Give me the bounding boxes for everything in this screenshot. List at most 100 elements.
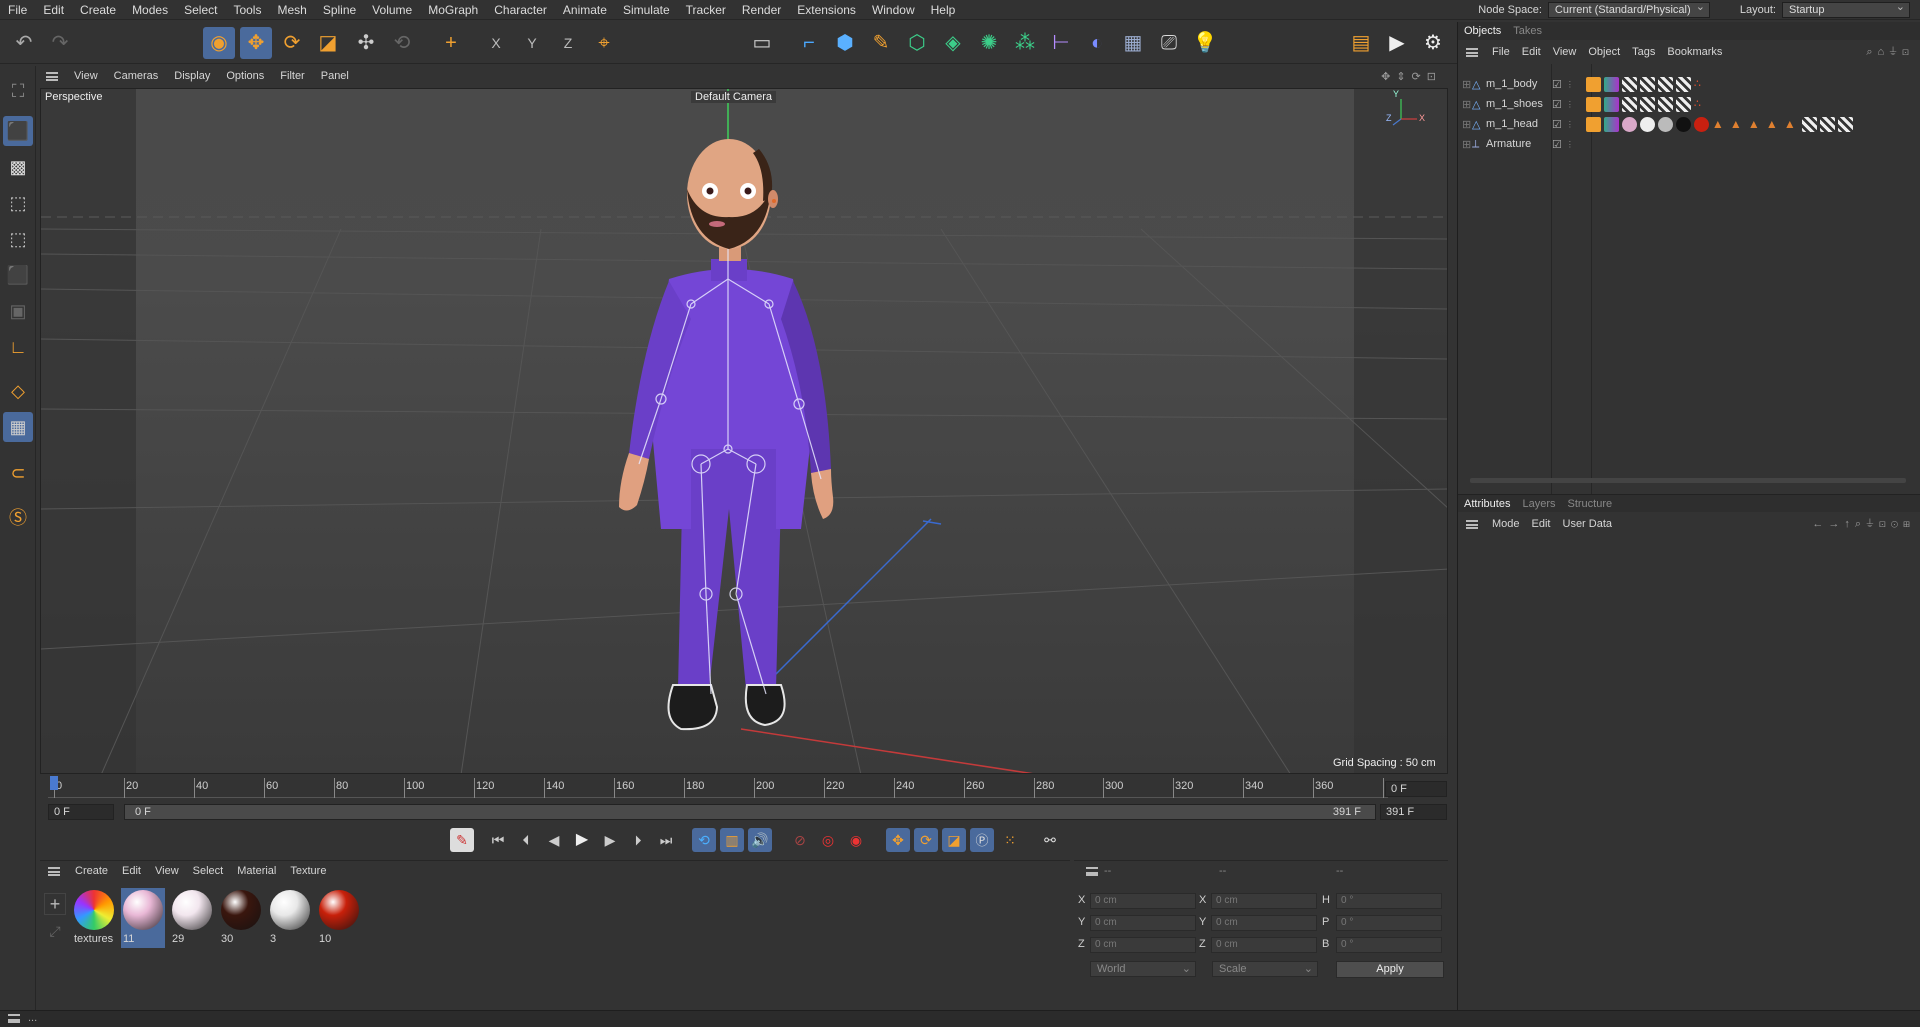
material-hamburger-icon[interactable] — [48, 866, 60, 876]
autokey-icon[interactable]: ◎ — [816, 828, 840, 852]
menu-character[interactable]: Character — [486, 0, 555, 20]
coord-hamburger-icon[interactable] — [1086, 867, 1098, 876]
3d-viewport[interactable]: Perspective Default Camera Y Z X Grid Sp… — [40, 88, 1448, 774]
obj-menu-edit[interactable]: Edit — [1516, 46, 1547, 58]
material-name[interactable]: 29 — [170, 932, 214, 946]
end-frame-field[interactable]: 391 F — [1380, 804, 1447, 820]
obj-menu-view[interactable]: View — [1547, 46, 1583, 58]
uvw-tag-icon[interactable] — [1657, 76, 1673, 92]
material-swatch[interactable]: 10 — [317, 888, 361, 948]
menu-render[interactable]: Render — [734, 0, 789, 20]
mat-menu-select[interactable]: Select — [186, 865, 231, 877]
tab-layers[interactable]: Layers — [1516, 498, 1561, 510]
mat-menu-view[interactable]: View — [148, 865, 186, 877]
edit-toggle-icon[interactable]: ☑ — [1552, 98, 1562, 111]
uvw-tag-icon[interactable] — [1621, 96, 1637, 112]
menu-modes[interactable]: Modes — [124, 0, 176, 20]
uvw-tag-icon[interactable] — [1837, 116, 1853, 132]
subdivision-icon[interactable]: ⬡ — [901, 27, 933, 59]
vp-menu-filter[interactable]: Filter — [272, 70, 312, 82]
mat-menu-create[interactable]: Create — [68, 865, 115, 877]
current-frame-field[interactable]: 0 F — [1385, 781, 1447, 797]
weight-tag-icon[interactable] — [1585, 96, 1601, 112]
coord-scale-select[interactable]: Scale ⌄ — [1212, 961, 1318, 977]
material-swatch[interactable]: textures — [72, 888, 116, 948]
mograph-icon[interactable]: ⁂ — [1009, 27, 1041, 59]
transform-tool-icon[interactable]: ✣ — [350, 27, 382, 59]
attr-menu-user-data[interactable]: User Data — [1557, 518, 1619, 530]
key-pla-icon[interactable]: ⁙ — [998, 828, 1022, 852]
selection-tag-icon[interactable]: ▲ — [1784, 117, 1799, 132]
material-name[interactable]: 30 — [219, 932, 263, 946]
move-tool-icon[interactable]: ✥ — [240, 27, 272, 59]
visibility-dots-icon[interactable]: ⋮ — [1566, 100, 1574, 109]
autokey-off-icon[interactable]: ⊘ — [788, 828, 812, 852]
key-rotation-icon[interactable]: ⟳ — [914, 828, 938, 852]
uvw-tag-icon[interactable] — [1801, 116, 1817, 132]
object-name[interactable]: m_1_body — [1486, 78, 1548, 90]
prev-key-icon[interactable]: ⏴ — [514, 828, 538, 852]
z-axis-lock-icon[interactable]: Z — [552, 27, 584, 59]
selection-tag-icon[interactable]: ▲ — [1766, 117, 1781, 132]
undo-icon[interactable]: ↶ — [8, 27, 40, 59]
key-param-icon[interactable]: Ⓟ — [970, 828, 994, 852]
texture-mode-icon[interactable]: ▩ — [3, 152, 33, 182]
edge-mode-icon[interactable]: ⬚ — [3, 224, 33, 254]
camera-icon[interactable]: ⎚ — [1153, 27, 1185, 59]
expand-icon[interactable]: ⊞ — [1458, 78, 1472, 91]
attribute-nav-icons[interactable]: ←→↑⌕⏚⊡⊙⊞ — [1812, 518, 1920, 531]
obj-menu-bookmarks[interactable]: Bookmarks — [1661, 46, 1728, 58]
skin-tag-icon[interactable]: ∴ — [1694, 77, 1709, 92]
visibility-dots-icon[interactable]: ⋮ — [1566, 80, 1574, 89]
attributes-hamburger-icon[interactable] — [1466, 519, 1478, 529]
object-scrollbar[interactable] — [1470, 478, 1906, 483]
menu-window[interactable]: Window — [864, 0, 923, 20]
coord-world-select[interactable]: World ⌄ — [1090, 961, 1196, 977]
menu-help[interactable]: Help — [923, 0, 964, 20]
vp-menu-options[interactable]: Options — [218, 70, 272, 82]
add-material-icon[interactable]: + — [44, 893, 66, 915]
axis-mode-icon[interactable]: ∟ — [3, 332, 33, 362]
material-tag-icon[interactable] — [1603, 96, 1619, 112]
go-to-end-icon[interactable]: ⏭ — [654, 828, 678, 852]
select-tool-icon[interactable]: ◉ — [203, 27, 235, 59]
weight-tag-icon[interactable] — [1585, 76, 1601, 92]
tab-attributes[interactable]: Attributes — [1458, 498, 1516, 510]
material-name[interactable]: 10 — [317, 932, 361, 946]
camera-label[interactable]: Default Camera — [691, 91, 777, 103]
selection-tag-icon[interactable]: ▲ — [1730, 117, 1745, 132]
make-editable-icon[interactable]: ⛶ — [3, 76, 33, 106]
uvw-tag-icon[interactable] — [1675, 96, 1691, 112]
material-expand-icon[interactable]: ⤢ — [44, 921, 66, 943]
uvw-tag-icon[interactable] — [1639, 76, 1655, 92]
record-icon[interactable]: ◉ — [844, 828, 868, 852]
prev-frame-icon[interactable]: ◀ — [542, 828, 566, 852]
vp-menu-cameras[interactable]: Cameras — [106, 70, 167, 82]
coord-value-field[interactable]: 0 cm — [1211, 915, 1317, 931]
tab-takes[interactable]: Takes — [1507, 25, 1548, 37]
vp-menu-display[interactable]: Display — [166, 70, 218, 82]
add-object-icon[interactable]: + — [435, 27, 467, 59]
weight-tag-icon[interactable] — [1585, 116, 1601, 132]
cube-icon[interactable]: ⬢ — [829, 27, 861, 59]
uvw-tag-icon[interactable] — [1621, 76, 1637, 92]
rotate-tool-icon[interactable]: ⟳ — [276, 27, 308, 59]
status-hamburger-icon[interactable] — [8, 1014, 20, 1023]
selection-tag-icon[interactable]: ▲ — [1748, 117, 1763, 132]
coord-value-field[interactable]: 0 cm — [1211, 937, 1317, 953]
menu-mograph[interactable]: MoGraph — [420, 0, 486, 20]
playhead[interactable] — [50, 776, 58, 790]
tab-objects[interactable]: Objects — [1458, 25, 1507, 37]
expand-icon[interactable]: ⊞ — [1458, 118, 1472, 131]
apply-button[interactable]: Apply — [1336, 961, 1444, 978]
obj-menu-file[interactable]: File — [1486, 46, 1516, 58]
material-swatch[interactable]: 30 — [219, 888, 263, 948]
last-tool-icon[interactable]: ⟲ — [386, 27, 418, 59]
render-region-icon[interactable]: ▤ — [1345, 27, 1377, 59]
light-icon[interactable]: 💡 — [1189, 27, 1221, 59]
object-row-shoes[interactable]: ⊞ △ m_1_shoes ☑ ⋮ ∴ — [1458, 94, 1920, 114]
edit-toggle-icon[interactable]: ☑ — [1552, 138, 1562, 151]
menu-volume[interactable]: Volume — [364, 0, 420, 20]
floor-icon[interactable]: ▦ — [1117, 27, 1149, 59]
render-settings-icon[interactable]: ⚙ — [1417, 27, 1449, 59]
